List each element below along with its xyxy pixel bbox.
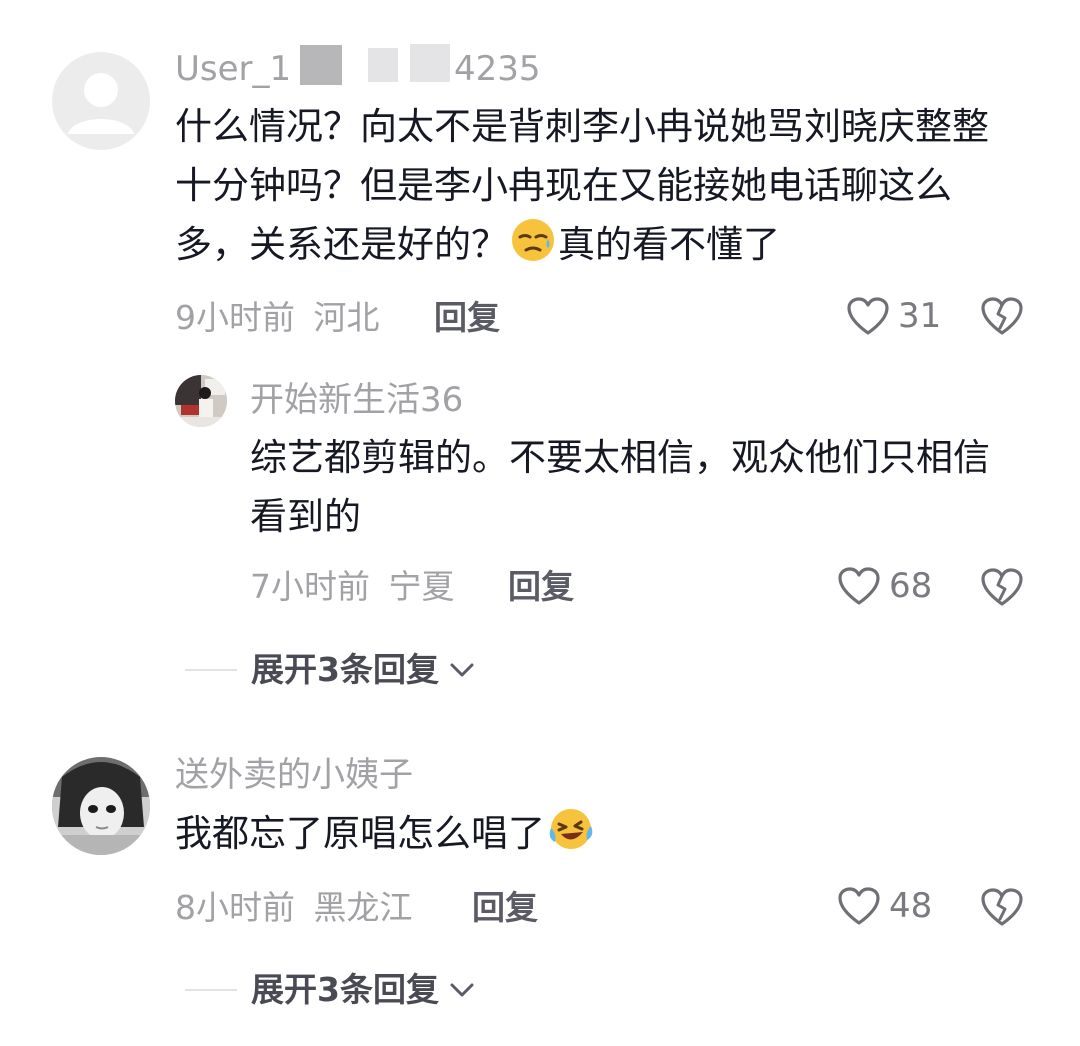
broken-heart-icon [981, 888, 1023, 926]
like-button[interactable]: 48 [837, 886, 932, 926]
comment-text: 综艺都剪辑的。不要太相信，观众他们只相信看到的 [250, 436, 990, 538]
expand-replies-button[interactable]: 展开3条回复 [185, 970, 477, 1010]
like-count: 48 [889, 886, 933, 926]
reply-button[interactable]: 回复 [472, 888, 538, 928]
user-photo-icon [175, 375, 227, 427]
laughing-crying-emoji [547, 806, 595, 869]
comment-meta: 9小时前 河北 [175, 298, 380, 338]
comment-text: 我都忘了原唱怎么唱了 [175, 804, 1025, 869]
divider [185, 669, 237, 671]
timestamp: 9小时前 [175, 298, 295, 337]
chevron-down-icon [450, 983, 474, 997]
expand-replies-label: 展开3条回复 [251, 650, 439, 689]
username[interactable]: 开始新生活36 [250, 380, 463, 420]
timestamp: 7小时前 [250, 567, 370, 606]
heart-icon [847, 297, 889, 335]
region: 宁夏 [388, 567, 455, 606]
chevron-down-icon [450, 663, 474, 677]
divider [185, 989, 237, 991]
reply-button[interactable]: 回复 [434, 298, 500, 338]
like-button[interactable]: 31 [846, 296, 941, 336]
comment-text: 什么情况？向太不是背刺李小冉说她骂刘晓庆整整十分钟吗？但是李小冉现在又能接她电话… [175, 97, 1025, 280]
dislike-button[interactable] [980, 887, 1024, 931]
username-suffix: 4235 [454, 49, 541, 89]
expand-replies-button[interactable]: 展开3条回复 [185, 650, 477, 690]
region: 河北 [313, 298, 380, 337]
reply-button[interactable]: 回复 [508, 567, 574, 607]
dislike-button[interactable] [980, 296, 1024, 340]
heart-icon [838, 567, 880, 605]
avatar[interactable] [52, 52, 150, 150]
like-count: 68 [889, 566, 933, 606]
redaction-block [410, 44, 450, 82]
expand-replies-label: 展开3条回复 [251, 970, 439, 1009]
comment-meta: 7小时前 宁夏 [250, 567, 455, 607]
username[interactable]: User_1 [175, 49, 291, 89]
broken-heart-icon [981, 568, 1023, 606]
like-count: 31 [898, 296, 942, 336]
default-avatar-icon [68, 73, 134, 134]
timestamp: 8小时前 [175, 888, 295, 927]
broken-heart-icon [981, 297, 1023, 335]
avatar[interactable] [175, 375, 227, 427]
user-photo-icon [52, 757, 150, 855]
username[interactable]: 送外卖的小姨子 [175, 755, 413, 795]
heart-icon [838, 887, 880, 925]
region: 黑龙江 [313, 888, 413, 927]
comment-meta: 8小时前 黑龙江 [175, 888, 413, 928]
sweat-smile-emoji [510, 217, 556, 280]
like-button[interactable]: 68 [837, 566, 932, 606]
avatar[interactable] [52, 757, 150, 855]
dislike-button[interactable] [980, 567, 1024, 611]
redaction-block [300, 45, 342, 85]
redaction-block [368, 48, 398, 82]
